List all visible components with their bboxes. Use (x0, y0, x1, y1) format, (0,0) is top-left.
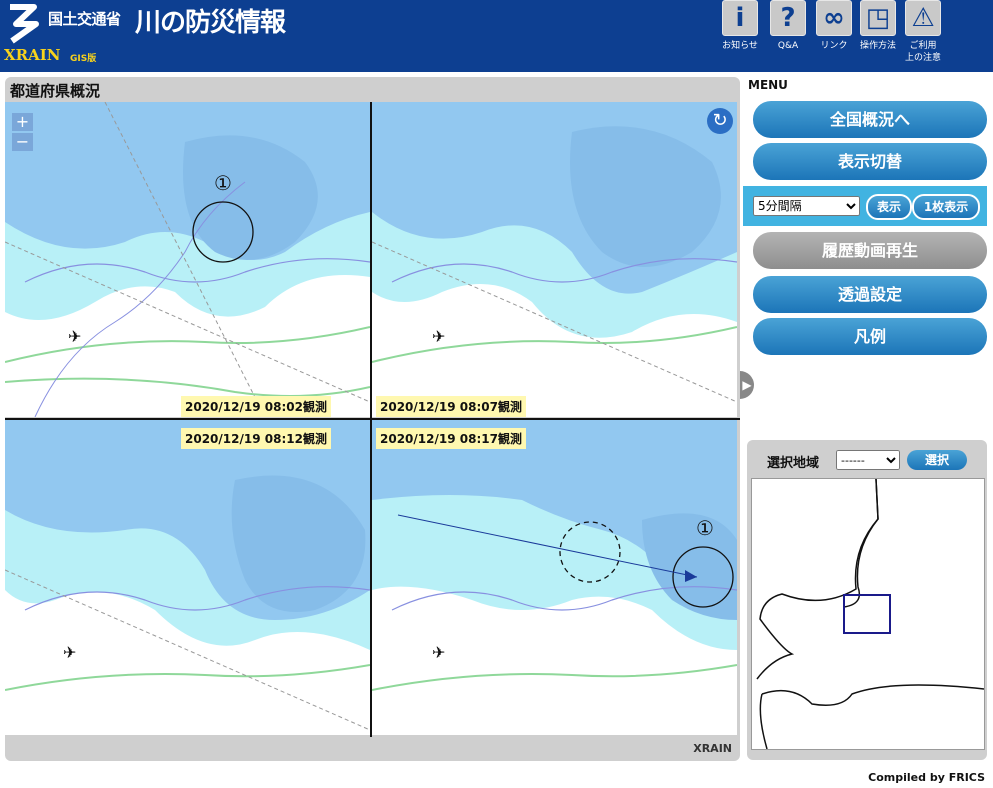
collapse-arrow-icon[interactable]: ▶ (740, 371, 754, 399)
svg-text:✈: ✈ (68, 327, 81, 346)
nationwide-button[interactable]: 全国概況へ (753, 101, 987, 138)
region-select-button[interactable]: 選択 (907, 450, 967, 470)
transparency-button[interactable]: 透過設定 (753, 276, 987, 313)
link-label: リンク (820, 41, 848, 51)
mlit-logo-icon (10, 4, 39, 44)
info-icon: i (722, 0, 758, 36)
site-title: 川の防災情報 (135, 8, 286, 38)
legend-button[interactable]: 凡例 (753, 318, 987, 355)
marker-4: ① (696, 516, 714, 540)
timestamp-map-2: 2020/12/19 08:07観測 (376, 396, 526, 417)
panel-footer: XRAIN (5, 737, 740, 761)
mouse-icon: ◳ (860, 0, 896, 36)
how-to-button[interactable]: ◳ 操作方法 (855, 0, 901, 72)
radar-map-2[interactable]: ✈ 2020/12/19 08:07観測 (372, 102, 737, 417)
header: 国土交通省 川の防災情報 XRAIN GIS版 i お知らせ ? Q&A ∞ リ… (0, 0, 993, 72)
link-icon: ∞ (816, 0, 852, 36)
notice-label: お知らせ (722, 41, 758, 51)
radar-map-3[interactable]: ✈ 2020/12/19 08:12観測 (5, 420, 370, 735)
warning-icon: ⚠ (905, 0, 941, 36)
svg-text:✈: ✈ (63, 643, 76, 662)
timestamp-map-4: 2020/12/19 08:17観測 (376, 428, 526, 449)
footer-xrain-label: XRAIN (693, 742, 732, 755)
terms-label: ご利用 上の注意 (904, 41, 941, 63)
qa-button[interactable]: ? Q&A (765, 0, 811, 72)
menu-title: MENU (748, 78, 788, 92)
zoom-in-button[interactable]: + (12, 113, 33, 131)
overview-map[interactable] (751, 478, 985, 750)
compiled-by: Compiled by FRICS (868, 771, 985, 784)
terms-button[interactable]: ⚠ ご利用 上の注意 (900, 0, 946, 72)
panel-title: 都道府県概況 (10, 82, 101, 100)
qa-label: Q&A (777, 41, 799, 51)
region-label: 選択地域 (767, 456, 820, 471)
map-4-layer: ① ✈ (372, 420, 737, 735)
gis-edition-label: GIS版 (70, 54, 97, 64)
svg-text:✈: ✈ (432, 327, 445, 346)
show-button[interactable]: 表示 (866, 194, 912, 220)
how-to-label: 操作方法 (859, 41, 896, 51)
zoom-out-button[interactable]: − (12, 133, 33, 151)
interval-select[interactable]: 5分間隔 (753, 196, 860, 216)
refresh-icon[interactable]: ↻ (707, 108, 733, 134)
radar-map-1[interactable]: ① ✈ 2020/12/19 08:02観測 (5, 102, 370, 417)
map-1-layer: ① ✈ (5, 102, 370, 417)
map-2-layer: ✈ (372, 102, 737, 417)
question-icon: ? (770, 0, 806, 36)
viewport-rect (843, 594, 891, 634)
radar-map-4[interactable]: ① ✈ 2020/12/19 08:17観測 (372, 420, 737, 735)
map-divider-horizontal (5, 418, 740, 420)
map-3-layer: ✈ (5, 420, 370, 735)
display-toggle-button[interactable]: 表示切替 (753, 143, 987, 180)
timestamp-map-1: 2020/12/19 08:02観測 (181, 396, 331, 417)
marker-1: ① (214, 171, 232, 195)
ministry-name: 国土交通省 (48, 10, 121, 28)
timestamp-map-3: 2020/12/19 08:12観測 (181, 428, 331, 449)
notice-button[interactable]: i お知らせ (717, 0, 763, 72)
history-playback-button[interactable]: 履歴動画再生 (753, 232, 987, 269)
link-button[interactable]: ∞ リンク (811, 0, 857, 72)
single-view-button[interactable]: 1枚表示 (912, 194, 980, 220)
coastline-outline (756, 478, 985, 750)
region-select[interactable]: ------ (836, 450, 900, 470)
xrain-logo: XRAIN (4, 46, 61, 64)
svg-text:✈: ✈ (432, 643, 445, 662)
